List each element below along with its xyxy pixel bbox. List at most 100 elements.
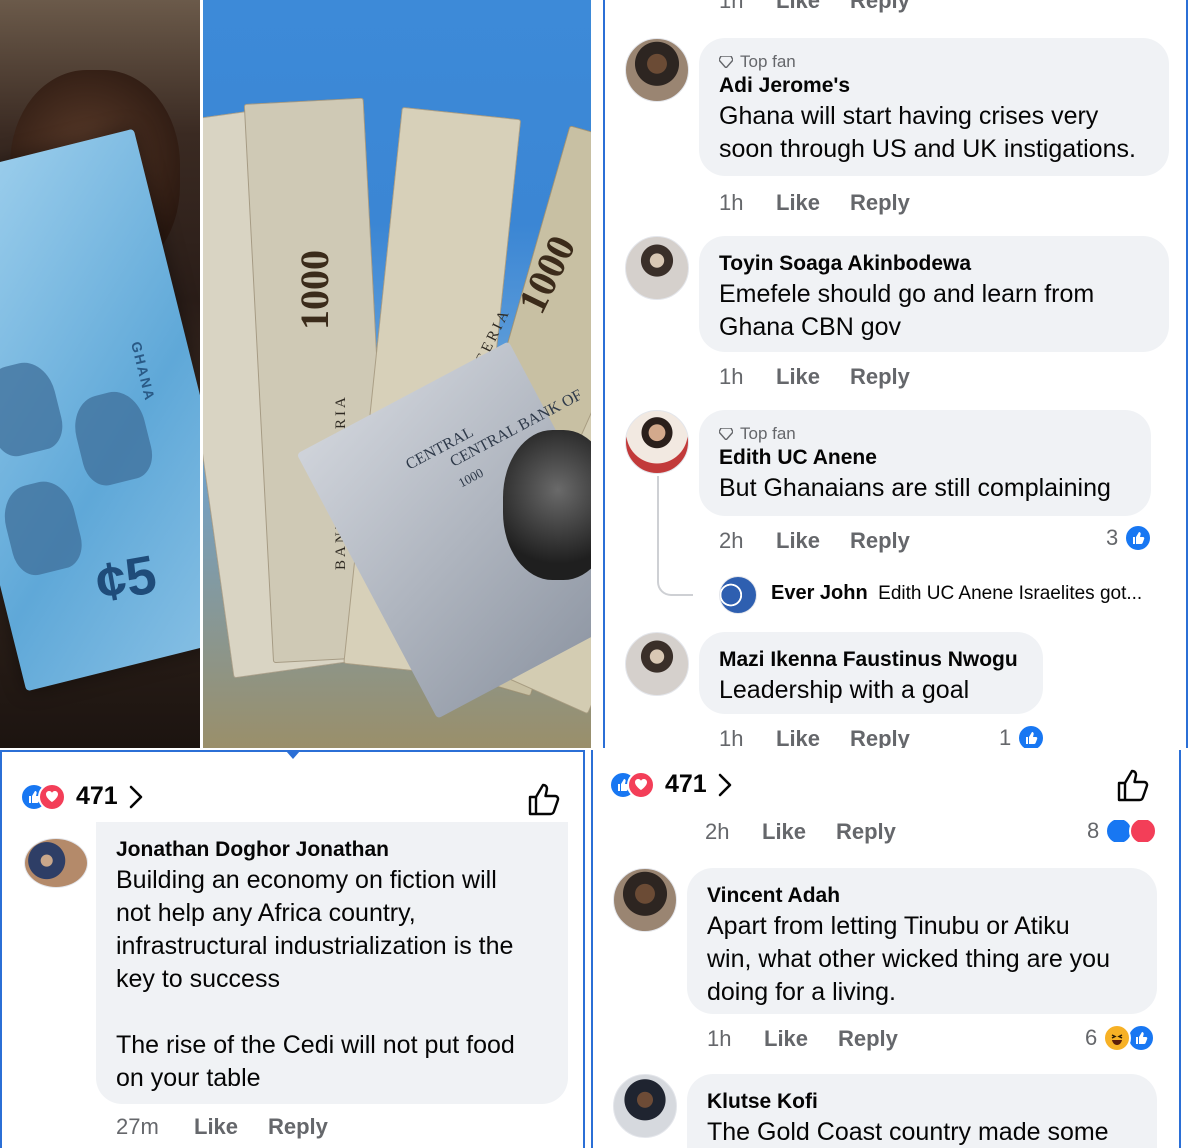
reaction-count: 471 xyxy=(665,770,707,798)
reaction-header[interactable]: 471 xyxy=(20,782,144,811)
comment-meta-row: 1h Like Reply xyxy=(719,0,910,14)
comment-time: 1h xyxy=(719,364,744,389)
comment-time: 2h xyxy=(719,528,744,553)
comment-time: 1h xyxy=(719,726,744,748)
reaction-summary[interactable]: 3 xyxy=(1106,524,1153,552)
portrait xyxy=(0,475,88,580)
avatar[interactable] xyxy=(24,838,88,888)
comment-text: Emefele should go and learn from Ghana C… xyxy=(719,280,1095,341)
comment-meta-row: 1h Like Reply xyxy=(719,364,910,390)
like-button[interactable]: Like xyxy=(776,0,850,14)
reaction-count: 1 xyxy=(999,725,1012,748)
avatar[interactable] xyxy=(625,236,689,300)
comment-bubble: Jonathan Doghor Jonathan Building an eco… xyxy=(96,822,568,1104)
reaction-summary[interactable]: 8 xyxy=(1087,820,1158,842)
reaction-icons xyxy=(609,770,655,799)
reply-button[interactable]: Reply xyxy=(850,726,910,748)
comment-bubble: Top fan Edith UC Anene But Ghanaians are… xyxy=(699,410,1151,516)
comment-bubble: Top fan Adi Jerome's Ghana will start ha… xyxy=(699,38,1169,176)
comment-meta-row: 1h Like Reply xyxy=(707,1026,898,1052)
comment-text: Apart from letting Tinubu or Atiku win, … xyxy=(707,912,1110,1006)
comment-bubble: Toyin Soaga Akinbodewa Emefele should go… xyxy=(699,236,1169,352)
reply-button[interactable]: Reply xyxy=(268,1114,328,1140)
comment-time: 1h xyxy=(719,0,744,13)
comments-panel-top-right: 1h Like Reply Top fan Adi Jerome's Ghana… xyxy=(603,0,1188,748)
reply-button[interactable]: Reply xyxy=(850,364,910,390)
love-reaction-icon xyxy=(38,782,66,811)
photo-naira-notes: 1000 1000 BANK OF NIGERIA NIGERIA CENTRA… xyxy=(203,0,591,748)
comments-panel-bottom-left: 471 Jonathan Doghor Jonathan Building an… xyxy=(0,750,585,1148)
comment-meta-row: 1h Like Reply xyxy=(719,190,910,216)
panel-notch xyxy=(286,752,300,759)
haha-reaction-icon xyxy=(1103,1024,1132,1052)
top-fan-label: Top fan xyxy=(740,424,796,443)
top-fan-badge-icon xyxy=(719,56,733,68)
reply-author: Ever John xyxy=(771,582,868,604)
reaction-icons xyxy=(20,782,66,811)
like-button[interactable]: Like xyxy=(194,1114,268,1140)
avatar[interactable] xyxy=(719,576,757,614)
reaction-header[interactable]: 471 xyxy=(609,770,733,799)
reaction-summary[interactable]: 1 xyxy=(999,724,1046,748)
comments-panel-bottom-right: 471 2h Like Reply 8 Vincent Adah Apart f… xyxy=(591,750,1181,1148)
comment-time: 2h xyxy=(705,820,730,844)
like-button[interactable]: Like xyxy=(776,726,850,748)
reaction-summary[interactable]: 6 xyxy=(1085,1024,1156,1052)
comment-text: The Gold Coast country made some xyxy=(707,1118,1109,1146)
reaction-count: 8 xyxy=(1087,820,1100,842)
comment-bubble: Vincent Adah Apart from letting Tinubu o… xyxy=(687,868,1157,1014)
comment-author[interactable]: Mazi Ikenna Faustinus Nwogu xyxy=(719,646,1023,674)
avatar[interactable] xyxy=(625,410,689,474)
comment-meta-row: 2h Like Reply xyxy=(719,528,910,554)
avatar[interactable] xyxy=(613,868,677,932)
chevron-right-icon xyxy=(718,773,732,796)
thread-connector xyxy=(657,476,693,596)
like-reaction-icon xyxy=(1124,524,1153,552)
comment-meta-row: 27m Like Reply xyxy=(116,1114,328,1140)
reply-button[interactable]: Reply xyxy=(838,1026,898,1052)
top-fan-label: Top fan xyxy=(740,52,796,71)
comment-author[interactable]: Klutse Kofi xyxy=(707,1088,1137,1116)
like-button[interactable]: Like xyxy=(776,190,850,216)
comment-bubble: Mazi Ikenna Faustinus Nwogu Leadership w… xyxy=(699,632,1043,714)
comment-time: 1h xyxy=(719,190,744,215)
comment-meta-row: 2h Like Reply xyxy=(705,820,896,844)
photo-cedi-note: GHANA ¢5 xyxy=(0,0,200,748)
comment-time: 1h xyxy=(707,1026,732,1051)
love-reaction-icon xyxy=(1129,820,1158,842)
like-button[interactable]: Like xyxy=(776,364,850,390)
reply-button[interactable]: Reply xyxy=(836,820,896,844)
like-button[interactable]: Like xyxy=(776,528,850,554)
thumbs-up-outline-icon[interactable] xyxy=(1115,768,1151,804)
comment-time: 27m xyxy=(116,1114,159,1139)
comment-author[interactable]: Jonathan Doghor Jonathan xyxy=(116,836,548,864)
cedi-denomination: ¢5 xyxy=(91,544,161,614)
reply-snippet: Edith UC Anene Israelites got... xyxy=(878,583,1143,604)
reply-button[interactable]: Reply xyxy=(850,0,910,14)
portrait xyxy=(0,356,68,461)
avatar[interactable] xyxy=(625,38,689,102)
comment-text: Ghana will start having crises very soon… xyxy=(719,102,1136,163)
avatar[interactable] xyxy=(613,1074,677,1138)
thumbs-up-outline-icon[interactable] xyxy=(526,782,562,818)
reaction-count: 6 xyxy=(1085,1025,1098,1050)
comment-author[interactable]: Vincent Adah xyxy=(707,882,1137,910)
comment-text: Building an economy on fiction will not … xyxy=(116,866,515,1092)
comment-author[interactable]: Toyin Soaga Akinbodewa xyxy=(719,250,1149,278)
reply-button[interactable]: Reply xyxy=(850,528,910,554)
reaction-count: 471 xyxy=(76,782,118,810)
cedi-serial-text: GHANA xyxy=(128,339,159,404)
avatar[interactable] xyxy=(625,632,689,696)
naira-portrait xyxy=(503,430,591,580)
like-reaction-icon xyxy=(1127,1024,1156,1052)
comment-author[interactable]: Adi Jerome's xyxy=(719,72,1149,100)
comment-author[interactable]: Edith UC Anene xyxy=(719,444,1131,472)
reply-button[interactable]: Reply xyxy=(850,190,910,216)
comment-text: But Ghanaians are still complaining xyxy=(719,474,1111,502)
comment-meta-row: 1h Like Reply xyxy=(719,726,910,748)
like-button[interactable]: Like xyxy=(762,820,836,844)
like-button[interactable]: Like xyxy=(764,1026,838,1052)
reply-preview[interactable]: Ever John Edith UC Anene Israelites got.… xyxy=(771,582,1171,605)
like-reaction-icon xyxy=(1017,724,1046,748)
comment-bubble: Klutse Kofi The Gold Coast country made … xyxy=(687,1074,1157,1148)
